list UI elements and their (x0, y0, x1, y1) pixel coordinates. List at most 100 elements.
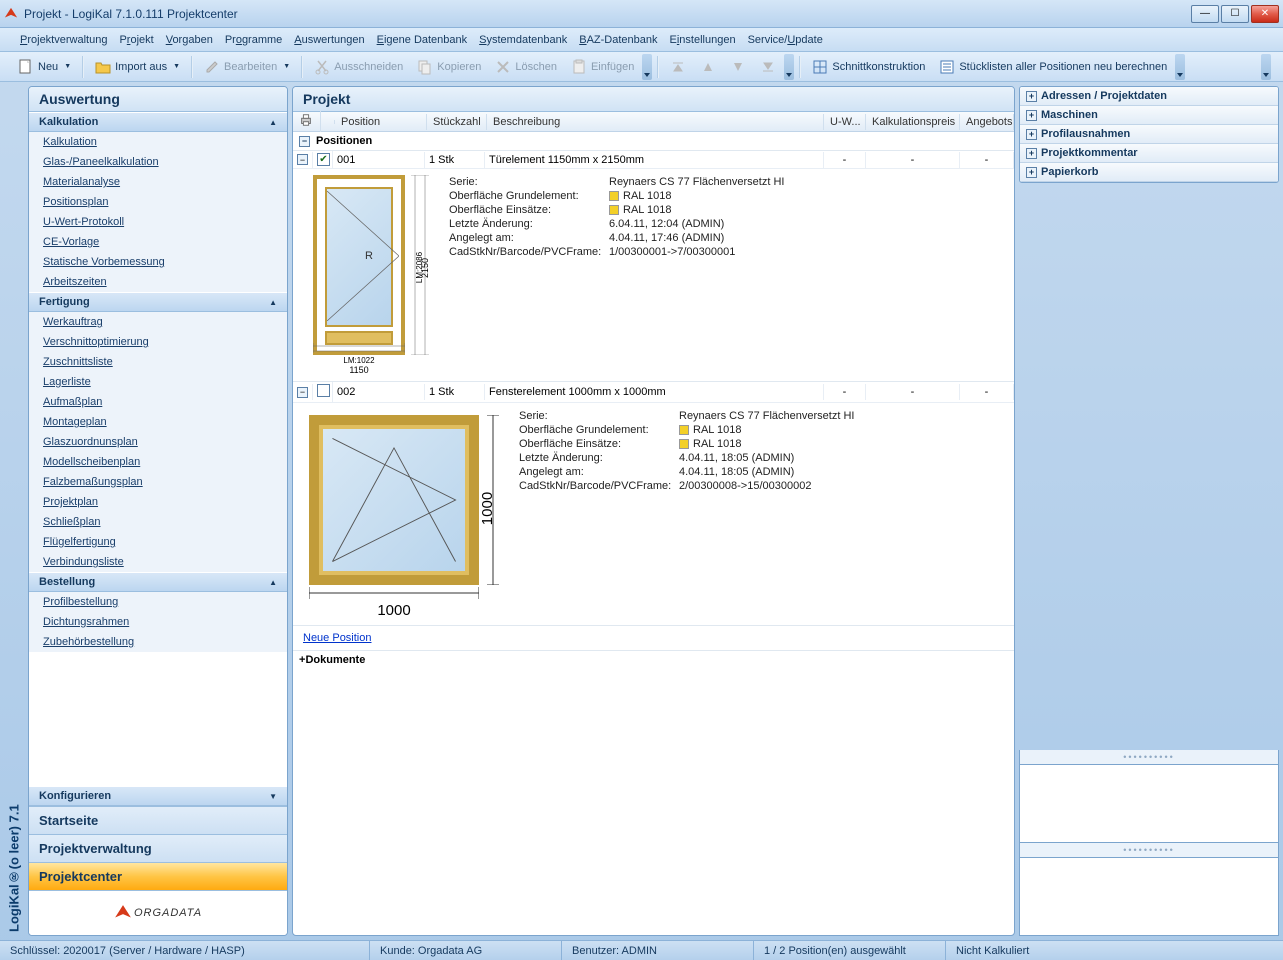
position-row[interactable]: − ✔ 001 1 Stk Türelement 1150mm x 2150mm… (293, 151, 1014, 169)
sidebar-item[interactable]: Verschnittoptimierung (29, 332, 287, 352)
expand-icon[interactable]: + (1026, 148, 1037, 159)
project-panel: Projekt Position Stückzahl Beschreibung … (292, 86, 1015, 936)
sidebar-item[interactable]: Statische Vorbemessung (29, 252, 287, 272)
ausschneiden-button: Ausschneiden (308, 57, 409, 77)
sidebar-item[interactable]: Verbindungsliste (29, 552, 287, 572)
sidebar-item[interactable]: CE-Vorlage (29, 232, 287, 252)
position-checkbox[interactable] (317, 384, 330, 397)
dropdown-arrow-icon: ▼ (283, 63, 290, 70)
panel-resize-grip[interactable]: •••••••••• (1019, 750, 1279, 765)
menu-auswertungen[interactable]: Auswertungen (290, 32, 368, 48)
titlebar: Projekt - LogiKal 7.1.0.111 Projektcente… (0, 0, 1283, 28)
sidebar-item[interactable]: Aufmaßplan (29, 392, 287, 412)
sidebar-item[interactable]: Dichtungsrahmen (29, 612, 287, 632)
sidebar-item[interactable]: Zubehörbestellung (29, 632, 287, 652)
caret-up-icon: ▲ (269, 118, 277, 127)
dropdown-arrow-icon: ▼ (173, 63, 180, 70)
col-stueckzahl[interactable]: Stückzahl (427, 114, 487, 130)
expand-icon[interactable]: + (1026, 129, 1037, 140)
stuecklisten-button[interactable]: Stücklisten aller Positionen neu berechn… (933, 57, 1173, 77)
rp-section[interactable]: +Papierkorb (1020, 163, 1278, 182)
menu-systemdatenbank[interactable]: Systemdatenbank (475, 32, 571, 48)
rp-section[interactable]: +Profilausnahmen (1020, 125, 1278, 144)
menu-vorgaben[interactable]: Vorgaben (162, 32, 217, 48)
toolbar-overflow[interactable] (642, 54, 652, 80)
toolbar-overflow[interactable] (1175, 54, 1185, 80)
sidebar-item[interactable]: Modellscheibenplan (29, 452, 287, 472)
toolbar-overflow[interactable] (784, 54, 794, 80)
print-icon[interactable] (299, 113, 313, 127)
status-kalk: Nicht Kalkuliert (946, 941, 1283, 960)
sidebar-item[interactable]: Materialanalyse (29, 172, 287, 192)
section-fert[interactable]: Fertigung▲ (29, 292, 287, 312)
import-button[interactable]: Import aus▼ (89, 57, 186, 77)
col-uw[interactable]: U-W... (824, 114, 866, 130)
sidebar-item[interactable]: Schließplan (29, 512, 287, 532)
schnittkonstruktion-button[interactable]: Schnittkonstruktion (806, 57, 931, 77)
toolbar-overflow-right[interactable] (1261, 54, 1271, 80)
separator (301, 56, 303, 78)
sidebar-item[interactable]: Zuschnittsliste (29, 352, 287, 372)
expand-icon[interactable]: + (1026, 91, 1037, 102)
section-konfigurieren[interactable]: Konfigurieren▼ (29, 786, 287, 806)
statusbar: Schlüssel: 2020017 (Server / Hardware / … (0, 940, 1283, 960)
menu-programme[interactable]: Programme (221, 32, 286, 48)
menu-projektverwaltung[interactable]: Projektverwaltung (16, 32, 111, 48)
position-checkbox[interactable]: ✔ (317, 153, 330, 166)
caret-up-icon: ▲ (269, 578, 277, 587)
menu-eigene-datenbank[interactable]: Eigene Datenbank (373, 32, 472, 48)
col-beschreibung[interactable]: Beschreibung (487, 114, 824, 130)
collapse-icon[interactable]: − (297, 387, 308, 398)
sidebar-item[interactable]: Profilbestellung (29, 592, 287, 612)
sidebar-item[interactable]: Lagerliste (29, 372, 287, 392)
menu-service-update[interactable]: Service/Update (744, 32, 827, 48)
position-row[interactable]: − 002 1 Stk Fensterelement 1000mm x 1000… (293, 382, 1014, 403)
sidebar-item[interactable]: Flügelfertigung (29, 532, 287, 552)
close-button[interactable]: ✕ (1251, 5, 1279, 23)
sidebar-item[interactable]: Werkauftrag (29, 312, 287, 332)
sidebar-item[interactable]: Falzbemaßungsplan (29, 472, 287, 492)
collapse-icon[interactable]: − (297, 154, 308, 165)
sidebar-item[interactable]: Montageplan (29, 412, 287, 432)
nav-startseite[interactable]: Startseite (29, 807, 287, 835)
section-best[interactable]: Bestellung▲ (29, 572, 287, 592)
col-position[interactable]: Position (335, 114, 427, 130)
nav-projektverwaltung[interactable]: Projektverwaltung (29, 835, 287, 863)
new-position-link[interactable]: Neue Position (293, 626, 382, 650)
rp-section[interactable]: +Adressen / Projektdaten (1020, 87, 1278, 106)
bearbeiten-button[interactable]: Bearbeiten▼ (198, 57, 296, 77)
collapse-icon[interactable]: − (299, 136, 310, 147)
group-positionen[interactable]: − Positionen (293, 132, 1014, 151)
nav-projektcenter[interactable]: Projektcenter (29, 863, 287, 891)
sidebar-item[interactable]: Positionsplan (29, 192, 287, 212)
sidebar-item[interactable]: U-Wert-Protokoll (29, 212, 287, 232)
panel-resize-grip[interactable]: •••••••••• (1019, 843, 1279, 858)
move-up-button (694, 57, 722, 77)
caret-up-icon: ▲ (269, 298, 277, 307)
menu-einstellungen[interactable]: Einstellungen (666, 32, 740, 48)
menu-baz-datenbank[interactable]: BAZ-Datenbank (575, 32, 661, 48)
minimize-button[interactable]: — (1191, 5, 1219, 23)
separator (799, 56, 801, 78)
col-angebot[interactable]: Angebotsp (960, 114, 1014, 130)
einfuegen-button: Einfügen (565, 57, 640, 77)
sidebar-item[interactable]: Glaszuordnunsplan (29, 432, 287, 452)
sidebar-item[interactable]: Kalkulation (29, 132, 287, 152)
move-bottom-button (754, 57, 782, 77)
rp-section[interactable]: +Maschinen (1020, 106, 1278, 125)
sidebar-item[interactable]: Arbeitszeiten (29, 272, 287, 292)
folder-import-icon (95, 59, 111, 75)
neu-button[interactable]: Neu▼ (12, 57, 77, 77)
sidebar-item[interactable]: Projektplan (29, 492, 287, 512)
menu-projekt[interactable]: Projekt (115, 32, 157, 48)
section-kalk[interactable]: Kalkulation▲ (29, 112, 287, 132)
sidebar-item[interactable]: Glas-/Paneelkalkulation (29, 152, 287, 172)
col-kalkpreis[interactable]: Kalkulationspreis (866, 114, 960, 130)
window-title: Projekt - LogiKal 7.1.0.111 Projektcente… (24, 7, 238, 21)
paste-icon (571, 59, 587, 75)
expand-icon[interactable]: + (1026, 110, 1037, 121)
group-dokumente[interactable]: + Dokumente (293, 650, 1014, 669)
expand-icon[interactable]: + (1026, 167, 1037, 178)
rp-section[interactable]: +Projektkommentar (1020, 144, 1278, 163)
maximize-button[interactable]: ☐ (1221, 5, 1249, 23)
